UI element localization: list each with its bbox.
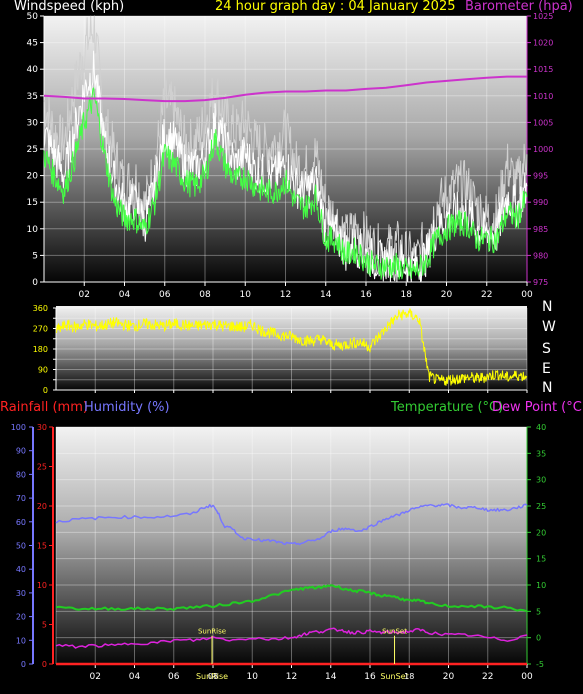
barometer-y-tick-label: 1005: [533, 118, 553, 127]
barometer-y-tick-label: 1025: [533, 12, 553, 21]
temperature-y-tick-label: 35: [536, 449, 546, 458]
temp-x-tick-label: 04: [129, 672, 141, 682]
wind-x-tick-label: 00: [521, 290, 533, 300]
wind-x-tick-label: 16: [360, 290, 372, 300]
direction-y-tick-label: 180: [33, 345, 48, 354]
wind-x-tick-label: 08: [199, 290, 211, 300]
temperature-y-tick-label: 20: [536, 528, 546, 537]
temp-x-tick-label: 10: [247, 672, 259, 682]
wind-y-tick-label: 30: [27, 118, 39, 128]
wind-x-tick-label: 04: [119, 290, 131, 300]
wind-y-tick-label: 5: [32, 251, 38, 261]
wind-y-tick-label: 10: [27, 225, 39, 235]
humidity-y-tick-label: 10: [16, 636, 26, 645]
wind-y-tick-label: 25: [27, 145, 38, 155]
rainfall-y-tick-label: 25: [37, 463, 47, 472]
rainfall-y-tick-label: 20: [37, 502, 47, 511]
temperature-y-tick-label: 30: [536, 476, 546, 485]
barometer-y-tick-label: 985: [533, 225, 548, 234]
humidity-y-tick-label: 0: [21, 660, 26, 669]
humidity-y-tick-label: 60: [16, 518, 26, 527]
barometer-y-tick-label: 1020: [533, 39, 553, 48]
temp-x-tick-label: 22: [482, 672, 493, 682]
wind-x-tick-label: 22: [481, 290, 492, 300]
sun-bottom-label: 08: [208, 672, 218, 681]
humidity-y-tick-label: 30: [16, 589, 26, 598]
direction-y-tick-label: 360: [33, 304, 48, 313]
sun-bottom-label: 18: [404, 672, 414, 681]
barometer-y-tick-label: 1010: [533, 92, 553, 101]
sun-marker-label: SunSet: [382, 628, 407, 636]
wind-x-tick-label: 20: [441, 290, 453, 300]
wind-x-tick-label: 18: [401, 290, 413, 300]
rainfall-y-tick-label: 0: [42, 660, 47, 669]
direction-y-tick-label: 270: [33, 325, 48, 334]
temperature-y-tick-label: -5: [536, 660, 544, 669]
direction-y-tick-label: 0: [43, 386, 48, 395]
weather-charts: 0510152025303540455097598098599099510001…: [11, 12, 554, 682]
humidity-y-tick-label: 90: [16, 447, 26, 456]
temp-x-tick-label: 12: [286, 672, 297, 682]
wind-y-tick-label: 45: [27, 39, 38, 49]
wind-y-tick-label: 20: [27, 172, 39, 182]
rainfall-y-tick-label: 15: [37, 542, 47, 551]
barometer-y-tick-label: 1000: [533, 145, 553, 154]
wind-y-tick-label: 35: [27, 92, 38, 102]
humidity-y-tick-label: 40: [16, 565, 26, 574]
temperature-y-tick-label: 5: [536, 607, 541, 616]
humidity-y-tick-label: 50: [16, 542, 26, 551]
sun-marker-label: SunRise: [198, 628, 226, 636]
wind-x-tick-label: 14: [320, 290, 332, 300]
temperature-y-tick-label: 0: [536, 634, 541, 643]
wind-x-tick-label: 10: [240, 290, 252, 300]
temp-x-tick-label: 14: [325, 672, 337, 682]
humidity-y-tick-label: 20: [16, 613, 26, 622]
wind-y-tick-label: 40: [27, 65, 39, 75]
barometer-y-tick-label: 975: [533, 278, 548, 287]
humidity-y-tick-label: 70: [16, 494, 26, 503]
temp-x-tick-label: 02: [90, 672, 101, 682]
rainfall-y-tick-label: 5: [42, 621, 47, 630]
humidity-y-tick-label: 80: [16, 470, 26, 479]
rainfall-y-tick-label: 10: [37, 581, 47, 590]
barometer-y-tick-label: 995: [533, 172, 548, 181]
temp-x-tick-label: 20: [443, 672, 455, 682]
wind-x-tick-label: 12: [280, 290, 291, 300]
direction-y-tick-label: 90: [38, 366, 48, 375]
temperature-y-tick-label: 15: [536, 555, 546, 564]
wind-y-tick-label: 50: [27, 12, 39, 22]
temp-x-tick-label: 06: [168, 672, 180, 682]
rainfall-y-tick-label: 30: [37, 423, 47, 432]
barometer-y-tick-label: 1015: [533, 65, 553, 74]
temp-x-tick-label: 00: [521, 672, 533, 682]
temperature-y-tick-label: 40: [536, 423, 546, 432]
barometer-y-tick-label: 980: [533, 251, 548, 260]
temperature-y-tick-label: 25: [536, 502, 546, 511]
wind-x-tick-label: 06: [159, 290, 171, 300]
wind-x-tick-label: 02: [79, 290, 90, 300]
humidity-y-tick-label: 100: [11, 423, 26, 432]
wind-y-tick-label: 15: [27, 198, 38, 208]
wind-y-tick-label: 0: [32, 278, 38, 288]
temperature-y-tick-label: 10: [536, 581, 546, 590]
temp-x-tick-label: 16: [364, 672, 376, 682]
barometer-y-tick-label: 990: [533, 198, 548, 207]
